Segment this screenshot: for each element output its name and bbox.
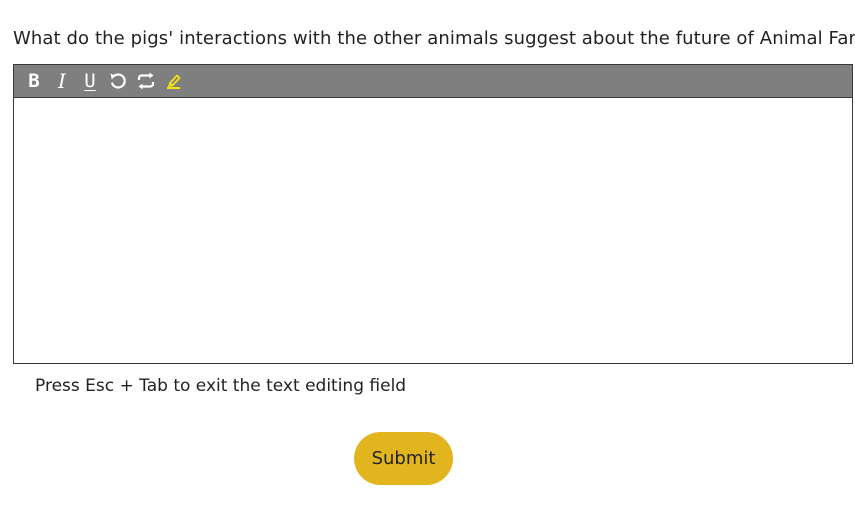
underline-button[interactable]: U xyxy=(76,67,104,95)
redo-button[interactable] xyxy=(132,67,160,95)
rich-text-editor: B I U xyxy=(13,64,853,364)
bold-button[interactable]: B xyxy=(20,67,48,95)
highlighter-icon xyxy=(165,72,183,90)
italic-button[interactable]: I xyxy=(48,67,76,95)
answer-page: What do the pigs' interactions with the … xyxy=(0,0,855,514)
undo-icon xyxy=(108,71,128,91)
editor-exit-hint: Press Esc + Tab to exit the text editing… xyxy=(35,376,407,396)
highlight-button[interactable] xyxy=(160,67,188,95)
submit-button[interactable]: Submit xyxy=(354,432,453,485)
undo-button[interactable] xyxy=(104,67,132,95)
answer-textarea[interactable] xyxy=(14,98,852,363)
editor-toolbar: B I U xyxy=(14,65,852,98)
redo-icon xyxy=(135,71,157,91)
question-text: What do the pigs' interactions with the … xyxy=(13,28,855,49)
